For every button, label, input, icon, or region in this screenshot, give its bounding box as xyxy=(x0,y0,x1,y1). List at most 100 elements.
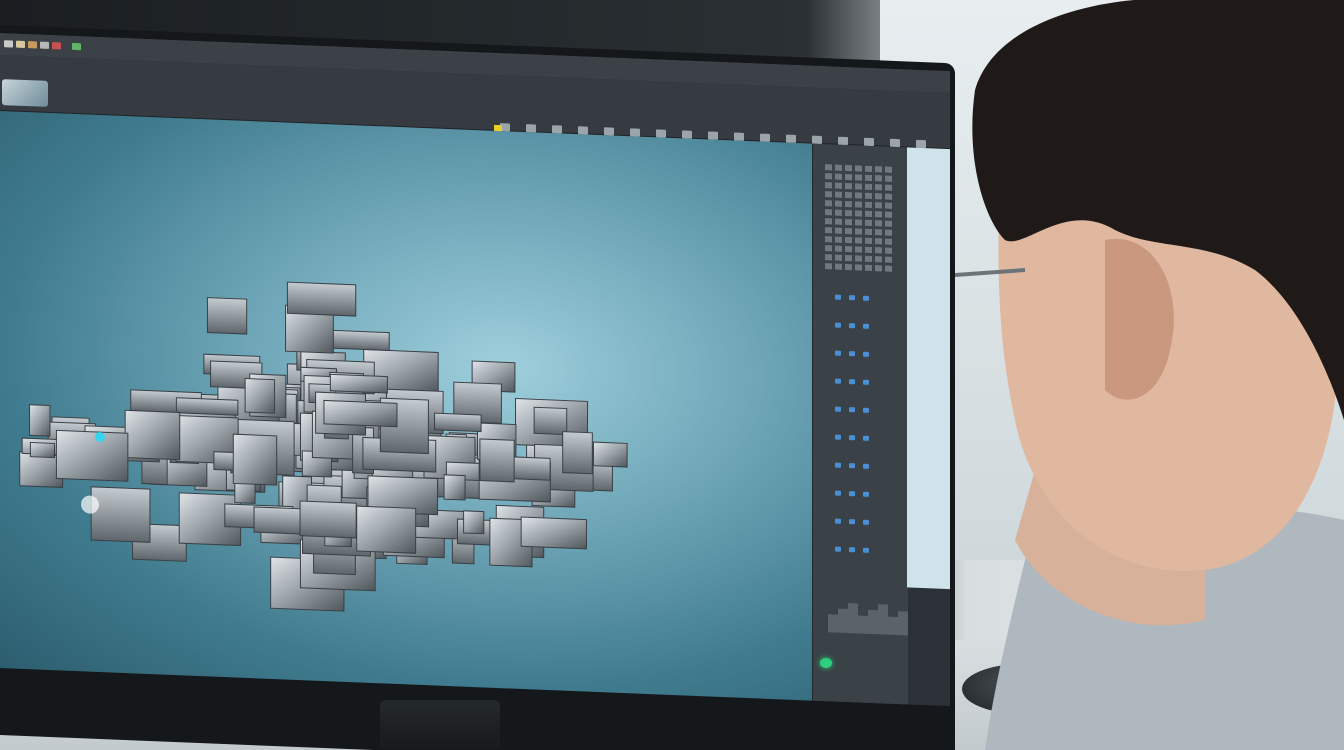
panel-blue-icon[interactable] xyxy=(863,351,869,357)
panel-grid-cell[interactable] xyxy=(845,209,852,217)
panel-grid-cell[interactable] xyxy=(835,236,842,243)
mechanical-assembly-model[interactable] xyxy=(0,111,812,704)
panel-grid-cell[interactable] xyxy=(865,201,872,209)
panel-grid-cell[interactable] xyxy=(835,245,842,252)
panel-blue-icon[interactable] xyxy=(863,323,869,329)
panel-grid-cell[interactable] xyxy=(865,255,872,263)
panel-blue-icon[interactable] xyxy=(835,406,841,412)
panel-blue-icon[interactable] xyxy=(863,519,869,525)
panel-grid-cell[interactable] xyxy=(875,202,882,209)
panel-blue-icon[interactable] xyxy=(863,295,869,301)
panel-blue-icon[interactable] xyxy=(863,379,869,385)
model-component[interactable] xyxy=(479,438,515,483)
panel-grid-cell[interactable] xyxy=(855,228,862,235)
panel-grid-cell[interactable] xyxy=(855,192,862,199)
panel-grid-cell[interactable] xyxy=(865,237,872,245)
panel-grid-cell[interactable] xyxy=(885,211,892,218)
window-control-icon[interactable] xyxy=(16,40,25,49)
panel-grid-cell[interactable] xyxy=(885,193,892,200)
model-component[interactable] xyxy=(244,377,276,414)
panel-grid-cell[interactable] xyxy=(865,165,872,173)
panel-grid-cell[interactable] xyxy=(875,166,882,173)
model-component[interactable] xyxy=(434,412,482,433)
model-component[interactable] xyxy=(323,399,398,428)
panel-grid-cell[interactable] xyxy=(885,265,892,272)
panel-grid-cell[interactable] xyxy=(835,227,842,234)
panel-grid-cell[interactable] xyxy=(845,164,852,172)
model-component[interactable] xyxy=(124,409,181,461)
panel-blue-icon[interactable] xyxy=(849,435,855,441)
model-component[interactable] xyxy=(29,441,55,459)
window-control-icon[interactable] xyxy=(72,42,81,51)
panel-grid-cell[interactable] xyxy=(825,263,832,270)
panel-grid-cell[interactable] xyxy=(845,245,852,253)
panel-grid-cell[interactable] xyxy=(835,254,842,261)
panel-grid-cell[interactable] xyxy=(855,219,862,226)
model-component[interactable] xyxy=(55,429,129,482)
model-component[interactable] xyxy=(206,297,248,335)
panel-blue-icon[interactable] xyxy=(863,491,869,497)
panel-grid-cell[interactable] xyxy=(865,219,872,227)
panel-grid-cell[interactable] xyxy=(885,256,892,263)
panel-grid-cell[interactable] xyxy=(855,201,862,208)
panel-grid-cell[interactable] xyxy=(855,174,862,181)
panel-grid-cell[interactable] xyxy=(885,238,892,245)
panel-grid-cell[interactable] xyxy=(835,182,842,189)
panel-grid-cell[interactable] xyxy=(875,175,882,182)
panel-grid-cell[interactable] xyxy=(855,264,862,271)
model-component[interactable] xyxy=(175,397,239,416)
panel-blue-icon[interactable] xyxy=(849,491,855,497)
panel-grid-cell[interactable] xyxy=(835,200,842,207)
panel-grid-cell[interactable] xyxy=(825,218,832,225)
panel-grid-cell[interactable] xyxy=(835,209,842,216)
panel-grid-cell[interactable] xyxy=(825,227,832,234)
panel-grid-cell[interactable] xyxy=(845,236,852,244)
3d-viewport[interactable] xyxy=(0,111,812,704)
panel-blue-icon[interactable] xyxy=(835,462,841,468)
panel-grid-cell[interactable] xyxy=(865,228,872,236)
panel-grid-cell[interactable] xyxy=(875,256,882,263)
panel-blue-icon[interactable] xyxy=(835,322,841,328)
window-control-icon[interactable] xyxy=(4,40,13,48)
model-component[interactable] xyxy=(592,441,628,468)
model-component[interactable] xyxy=(533,406,568,436)
model-component[interactable] xyxy=(29,404,51,437)
panel-grid-cell[interactable] xyxy=(835,173,842,180)
window-control-icon[interactable] xyxy=(40,41,49,49)
panel-grid-cell[interactable] xyxy=(865,246,872,254)
model-component[interactable] xyxy=(232,433,278,486)
panel-grid-cell[interactable] xyxy=(835,263,842,270)
window-control-icon[interactable] xyxy=(52,42,61,50)
panel-blue-icon[interactable] xyxy=(849,379,855,385)
panel-grid-cell[interactable] xyxy=(855,255,862,262)
panel-grid-cell[interactable] xyxy=(875,265,882,272)
panel-grid-cell[interactable] xyxy=(825,254,832,261)
panel-grid-cell[interactable] xyxy=(875,184,882,191)
model-component[interactable] xyxy=(329,373,388,394)
panel-grid-cell[interactable] xyxy=(845,200,852,208)
panel-grid-cell[interactable] xyxy=(865,192,872,200)
panel-blue-icon[interactable] xyxy=(835,378,841,384)
panel-blue-icon[interactable] xyxy=(849,463,855,469)
panel-grid-cell[interactable] xyxy=(845,182,852,190)
panel-grid-cell[interactable] xyxy=(885,175,892,182)
panel-grid-cell[interactable] xyxy=(885,220,892,227)
panel-grid-cell[interactable] xyxy=(875,238,882,245)
panel-grid-cell[interactable] xyxy=(855,165,862,172)
model-component[interactable] xyxy=(253,506,302,535)
model-component[interactable] xyxy=(510,456,551,481)
panel-blue-icon[interactable] xyxy=(835,350,841,356)
panel-blue-icon[interactable] xyxy=(863,435,869,441)
panel-grid-cell[interactable] xyxy=(875,220,882,227)
panel-grid-cell[interactable] xyxy=(865,210,872,218)
panel-grid-cell[interactable] xyxy=(825,164,832,171)
model-component[interactable] xyxy=(443,474,466,501)
panel-grid-cell[interactable] xyxy=(875,229,882,236)
app-logo-icon[interactable] xyxy=(2,79,48,107)
panel-grid-cell[interactable] xyxy=(835,191,842,198)
panel-blue-icon[interactable] xyxy=(849,295,855,301)
panel-blue-icon[interactable] xyxy=(863,463,869,469)
panel-grid-cell[interactable] xyxy=(855,246,862,253)
model-component[interactable] xyxy=(90,486,151,543)
panel-grid-cell[interactable] xyxy=(885,247,892,254)
